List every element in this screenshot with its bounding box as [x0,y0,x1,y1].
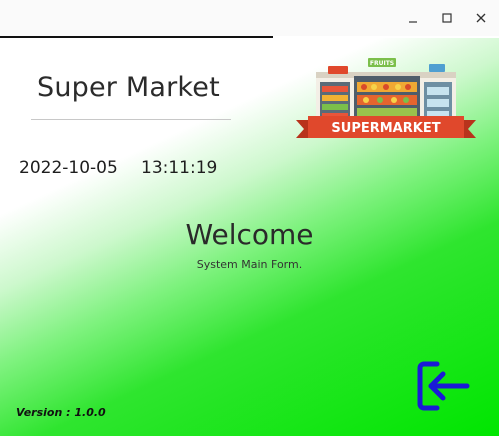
welcome-heading: Welcome [185,218,314,251]
maximize-button[interactable] [437,8,457,28]
maximize-icon [442,13,452,23]
close-icon [476,13,486,23]
title-underline [31,119,231,120]
welcome-subtitle: System Main Form. [196,258,303,271]
logout-arrow-icon [417,361,470,411]
close-button[interactable] [471,8,491,28]
main-form: Super Market FRUITS SUPERMARKET 2022-10-… [0,38,499,436]
logo-sign-fruits: FRUITS [370,60,394,67]
minimize-icon [409,21,417,23]
minimize-button[interactable] [403,8,423,28]
version-label: Version : 1.0.0 [16,406,106,419]
current-date: 2022-10-05 [19,158,118,178]
window-titlebar [0,0,499,36]
supermarket-logo: FRUITS SUPERMARKET [296,58,476,138]
logout-button[interactable] [415,358,473,414]
logo-banner-text: SUPERMARKET [331,121,440,136]
app-title: Super Market [37,72,220,103]
current-time: 13:11:19 [141,158,218,178]
